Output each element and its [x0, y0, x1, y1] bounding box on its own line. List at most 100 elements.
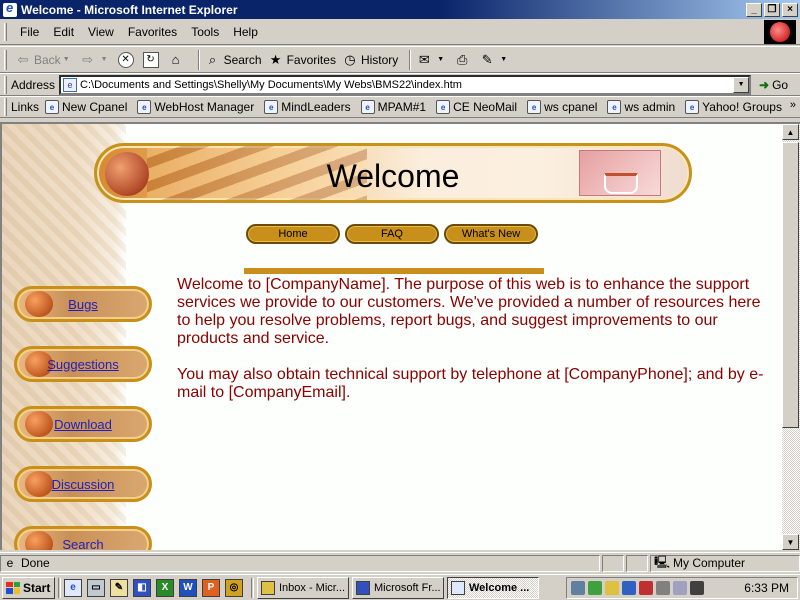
network-tray-icon[interactable] — [571, 581, 585, 595]
powerpoint-quicklaunch-icon[interactable]: P — [202, 578, 220, 597]
security-zone: 🖳 My Computer — [650, 554, 800, 572]
address-grip[interactable] — [4, 75, 7, 94]
link-label: MPAM#1 — [377, 100, 427, 114]
notepad-quicklaunch-icon[interactable]: ✎ — [110, 578, 128, 597]
link-ws-admin[interactable]: e ws admin — [607, 100, 675, 114]
nav-whats-new-button[interactable]: What's New — [444, 224, 538, 244]
menu-favorites[interactable]: Favorites — [121, 25, 184, 39]
antivirus-tray-icon[interactable] — [639, 581, 653, 595]
history-button[interactable]: ◷ History — [342, 52, 398, 68]
link-new-cpanel[interactable]: e New Cpanel — [45, 100, 127, 114]
edit-button[interactable]: ✎ ▼ — [479, 52, 511, 68]
nav-faq-button[interactable]: FAQ — [345, 224, 439, 244]
scroll-down-icon[interactable]: ▼ — [782, 534, 799, 550]
link-label: ws admin — [624, 100, 676, 114]
excel-quicklaunch-icon[interactable]: X — [156, 578, 174, 597]
app-tray-icon[interactable] — [588, 581, 602, 595]
menu-help[interactable]: Help — [226, 25, 265, 39]
mail-button[interactable]: ✉ ▼ — [416, 52, 448, 68]
task-frontpage[interactable]: Microsoft Fr... — [352, 576, 444, 599]
link-page-icon: e — [685, 100, 700, 114]
sidebar-search-button[interactable]: Search — [14, 526, 152, 550]
start-button[interactable]: Start — [2, 576, 55, 599]
history-icon: ◷ — [344, 51, 356, 67]
link-page-icon: e — [137, 100, 152, 114]
sidebar-download-button[interactable]: Download — [14, 406, 152, 442]
link-ws-cpanel[interactable]: e ws cpanel — [527, 100, 597, 114]
stop-button[interactable]: ✕ — [117, 51, 137, 68]
link-label: CE NeoMail — [453, 100, 518, 114]
page-icon: e — [63, 77, 78, 92]
forward-dropdown-icon[interactable]: ▼ — [101, 56, 108, 63]
link-mpam1[interactable]: e MPAM#1 — [360, 100, 427, 114]
printer-tray-icon[interactable] — [656, 581, 670, 595]
welcome-paragraph: Welcome to [CompanyName]. The purpose of… — [177, 276, 761, 347]
ie-quicklaunch-icon[interactable]: e — [64, 578, 82, 597]
scheduler-tray-icon[interactable] — [673, 581, 687, 595]
word-quicklaunch-icon[interactable]: W — [179, 578, 197, 597]
monitor-tray-icon[interactable] — [622, 581, 636, 595]
link-page-icon: e — [607, 100, 622, 114]
desktop-quicklaunch-icon[interactable]: ▭ — [87, 578, 105, 597]
forward-button[interactable]: ⇨ ▼ — [80, 52, 112, 68]
forward-arrow-icon: ⇨ — [82, 51, 94, 67]
task-welcome[interactable]: Welcome ... — [447, 576, 539, 599]
menu-grip[interactable] — [4, 22, 7, 41]
home-button[interactable]: ⌂ — [168, 52, 187, 68]
address-input[interactable]: e C:\Documents and Settings\Shelly\My Do… — [59, 74, 752, 95]
refresh-button[interactable]: ↻ — [142, 51, 162, 68]
maximize-button[interactable]: ❐ — [764, 2, 780, 17]
search-button[interactable]: ⌕ Search — [205, 52, 262, 68]
go-label: Go — [772, 77, 789, 92]
close-button[interactable]: × — [782, 2, 798, 17]
favorites-button[interactable]: ★ Favorites — [268, 52, 336, 68]
horizontal-rule — [244, 268, 544, 274]
sidebar-bugs-button[interactable]: Bugs — [14, 286, 152, 322]
go-button[interactable]: ➜ Go — [759, 78, 788, 92]
vertical-scrollbar[interactable]: ▲ ▼ — [782, 122, 800, 550]
sidebar-suggestions-button[interactable]: Suggestions — [14, 346, 152, 382]
standard-toolbar: ⇦ Back ▼ ⇨ ▼ ✕ ↻ ⌂ ⌕ Search ★ Favorites … — [0, 46, 800, 73]
outlook-quicklaunch-icon[interactable]: ◎ — [225, 578, 243, 597]
menu-file[interactable]: File — [13, 25, 46, 39]
task-inbox[interactable]: Inbox - Micr... — [257, 576, 349, 599]
link-webhost-manager[interactable]: e WebHost Manager — [137, 100, 254, 114]
link-page-icon: e — [360, 100, 375, 114]
status-main-pane: e Done — [0, 554, 600, 572]
search-icon: ⌕ — [208, 51, 217, 67]
support-paragraph: You may also obtain technical support by… — [177, 366, 764, 401]
page-done-icon: e — [6, 556, 14, 570]
scroll-up-icon[interactable]: ▲ — [782, 124, 799, 140]
print-button[interactable]: ⎙ — [454, 52, 473, 68]
ie-app-icon[interactable] — [3, 0, 17, 17]
menu-view[interactable]: View — [81, 25, 121, 39]
link-yahoo-groups[interactable]: e Yahoo! Groups — [685, 100, 782, 114]
edit-icon: ✎ — [481, 51, 493, 67]
address-dropdown-icon[interactable]: ▼ — [733, 76, 750, 93]
link-ce-neomail[interactable]: e CE NeoMail — [436, 100, 517, 114]
clock[interactable]: 6:33 PM — [744, 581, 789, 595]
sidebar-suggestions-label: Suggestions — [47, 356, 119, 372]
back-button[interactable]: ⇦ Back ▼ — [15, 52, 74, 68]
scroll-thumb[interactable] — [782, 142, 799, 428]
toolbar-grip[interactable] — [4, 49, 7, 70]
mail-dropdown-icon[interactable]: ▼ — [437, 56, 444, 63]
links-chevron-icon[interactable]: » — [790, 99, 796, 111]
menu-tools[interactable]: Tools — [184, 25, 226, 39]
edit-dropdown-icon[interactable]: ▼ — [500, 56, 507, 63]
frontpage-quicklaunch-icon[interactable]: ◧ — [133, 578, 151, 597]
link-label: ws cpanel — [544, 100, 598, 114]
my-computer-icon: 🖳 — [654, 554, 671, 569]
volume-tray-icon[interactable] — [605, 581, 619, 595]
links-grip[interactable] — [4, 98, 7, 116]
back-dropdown-icon[interactable]: ▼ — [63, 56, 70, 63]
nav-home-button[interactable]: Home — [246, 224, 340, 244]
quicklaunch-separator — [251, 577, 254, 598]
sidebar-discussion-button[interactable]: Discussion — [14, 466, 152, 502]
minimize-button[interactable]: _ — [746, 2, 762, 17]
connection-tray-icon[interactable] — [690, 581, 704, 595]
link-mindleaders[interactable]: e MindLeaders — [264, 100, 351, 114]
status-bar: e Done 🖳 My Computer — [0, 552, 800, 573]
menu-edit[interactable]: Edit — [46, 25, 81, 39]
menu-bar: File Edit View Favorites Tools Help — [0, 19, 800, 45]
